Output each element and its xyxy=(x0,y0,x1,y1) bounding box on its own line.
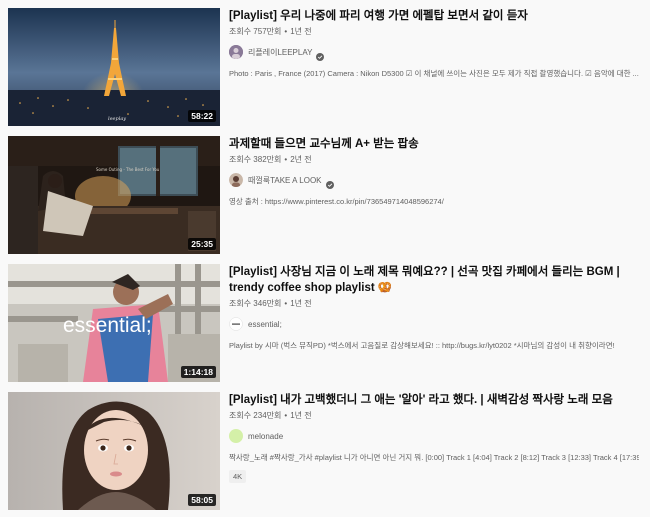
thumbnail-text: essential; xyxy=(63,314,152,337)
meta-dot: • xyxy=(284,27,288,36)
video-info: [Playlist] 사장님 지금 이 노래 제목 뭐예요?? | 선곡 맛집 … xyxy=(229,264,639,351)
video-info: [Playlist] 내가 고백했더니 그 애는 '알아' 라고 했다. | 새… xyxy=(229,392,639,484)
girl-portrait-image xyxy=(8,392,220,510)
channel-avatar[interactable] xyxy=(229,173,243,187)
meta-dot: • xyxy=(284,155,288,164)
channel-name[interactable]: essential; xyxy=(248,320,282,329)
duration-badge: 1:14:18 xyxy=(180,366,216,378)
channel-avatar[interactable] xyxy=(229,317,243,331)
duration-badge: 58:22 xyxy=(188,110,216,122)
video-meta: 조회수 346만회 • 1년 전 xyxy=(229,298,639,309)
upload-age: 1년 전 xyxy=(290,411,312,420)
verified-icon xyxy=(316,48,325,61)
video-title[interactable]: [Playlist] 내가 고백했더니 그 애는 '알아' 라고 했다. | 새… xyxy=(229,392,639,408)
view-count: 조회수 757만회 xyxy=(229,27,282,36)
duration-badge: 58:05 xyxy=(188,494,216,506)
video-row[interactable]: essential; 1:14:18 [Playlist] 사장님 지금 이 노… xyxy=(0,264,650,382)
thumbnail-caption: Some Outing - The Best For You xyxy=(96,167,160,172)
eiffel-night-image: leeplay xyxy=(8,8,220,126)
video-description: 짝사랑_노래 #짝사랑_가사 #playlist 니가 아니면 아닌 거지 뭐.… xyxy=(229,453,639,462)
video-title[interactable]: [Playlist] 우리 나중에 파리 여행 가면 에펠탑 보면서 같이 듣자 xyxy=(229,8,639,24)
view-count: 조회수 382만회 xyxy=(229,155,282,164)
video-thumbnail[interactable]: 58:05 xyxy=(8,392,220,510)
channel-row[interactable]: 리플레이LEEPLAY xyxy=(229,44,639,61)
video-row[interactable]: 58:05 [Playlist] 내가 고백했더니 그 애는 '알아' 라고 했… xyxy=(0,392,650,510)
video-row[interactable]: leeplay 58:22 [Playlist] 우리 나중에 파리 여행 가면… xyxy=(0,8,650,126)
video-info: [Playlist] 우리 나중에 파리 여행 가면 에펠탑 보면서 같이 듣자… xyxy=(229,8,639,79)
video-info: 과제할때 들으면 교수님께 A+ 받는 팝송 조회수 382만회 • 2년 전 때껄… xyxy=(229,136,639,207)
upload-age: 1년 전 xyxy=(290,299,312,308)
video-description: Photo : Paris , France (2017) Camera : N… xyxy=(229,69,639,78)
video-description: 영상 출처 : https://www.pinterest.co.kr/pin/… xyxy=(229,197,444,206)
channel-avatar[interactable] xyxy=(229,429,243,443)
meta-dot: • xyxy=(284,411,288,420)
channel-row[interactable]: essential; xyxy=(229,316,639,332)
video-thumbnail[interactable]: Some Outing - The Best For You 25:35 xyxy=(8,136,220,254)
video-description: Playlist by 시마 (벅스 뮤직PD) *벅스에서 고음질로 감상해보… xyxy=(229,341,615,350)
verified-icon xyxy=(325,176,334,189)
channel-name[interactable]: 때껄룩TAKE A LOOK xyxy=(248,175,322,186)
channel-row[interactable]: 때껄룩TAKE A LOOK xyxy=(229,172,639,189)
video-thumbnail[interactable]: leeplay 58:22 xyxy=(8,8,220,126)
view-count: 조회수 234만회 xyxy=(229,411,282,420)
video-meta: 조회수 234만회 • 1년 전 xyxy=(229,410,639,421)
view-count: 조회수 346만회 xyxy=(229,299,282,308)
video-row[interactable]: Some Outing - The Best For You 25:35 과제할… xyxy=(0,136,650,254)
video-meta: 조회수 757만회 • 1년 전 xyxy=(229,26,639,37)
video-thumbnail[interactable]: essential; 1:14:18 xyxy=(8,264,220,382)
video-title[interactable]: 과제할때 들으면 교수님께 A+ 받는 팝송 xyxy=(229,136,639,152)
channel-name[interactable]: melonade xyxy=(248,432,283,441)
meta-dot: • xyxy=(284,299,288,308)
svg-text:leeplay: leeplay xyxy=(108,116,126,122)
pipes-person-image: essential; xyxy=(8,264,220,382)
video-title[interactable]: [Playlist] 사장님 지금 이 노래 제목 뭐예요?? | 선곡 맛집 … xyxy=(229,264,639,296)
channel-row[interactable]: melonade xyxy=(229,428,639,444)
channel-avatar[interactable] xyxy=(229,45,243,59)
duration-badge: 25:35 xyxy=(188,238,216,250)
upload-age: 2년 전 xyxy=(290,155,312,164)
video-meta: 조회수 382만회 • 2년 전 xyxy=(229,154,639,165)
channel-name[interactable]: 리플레이LEEPLAY xyxy=(248,47,312,58)
upload-age: 1년 전 xyxy=(290,27,312,36)
quality-badge: 4K xyxy=(229,470,247,483)
study-room-image: Some Outing - The Best For You xyxy=(8,136,220,254)
